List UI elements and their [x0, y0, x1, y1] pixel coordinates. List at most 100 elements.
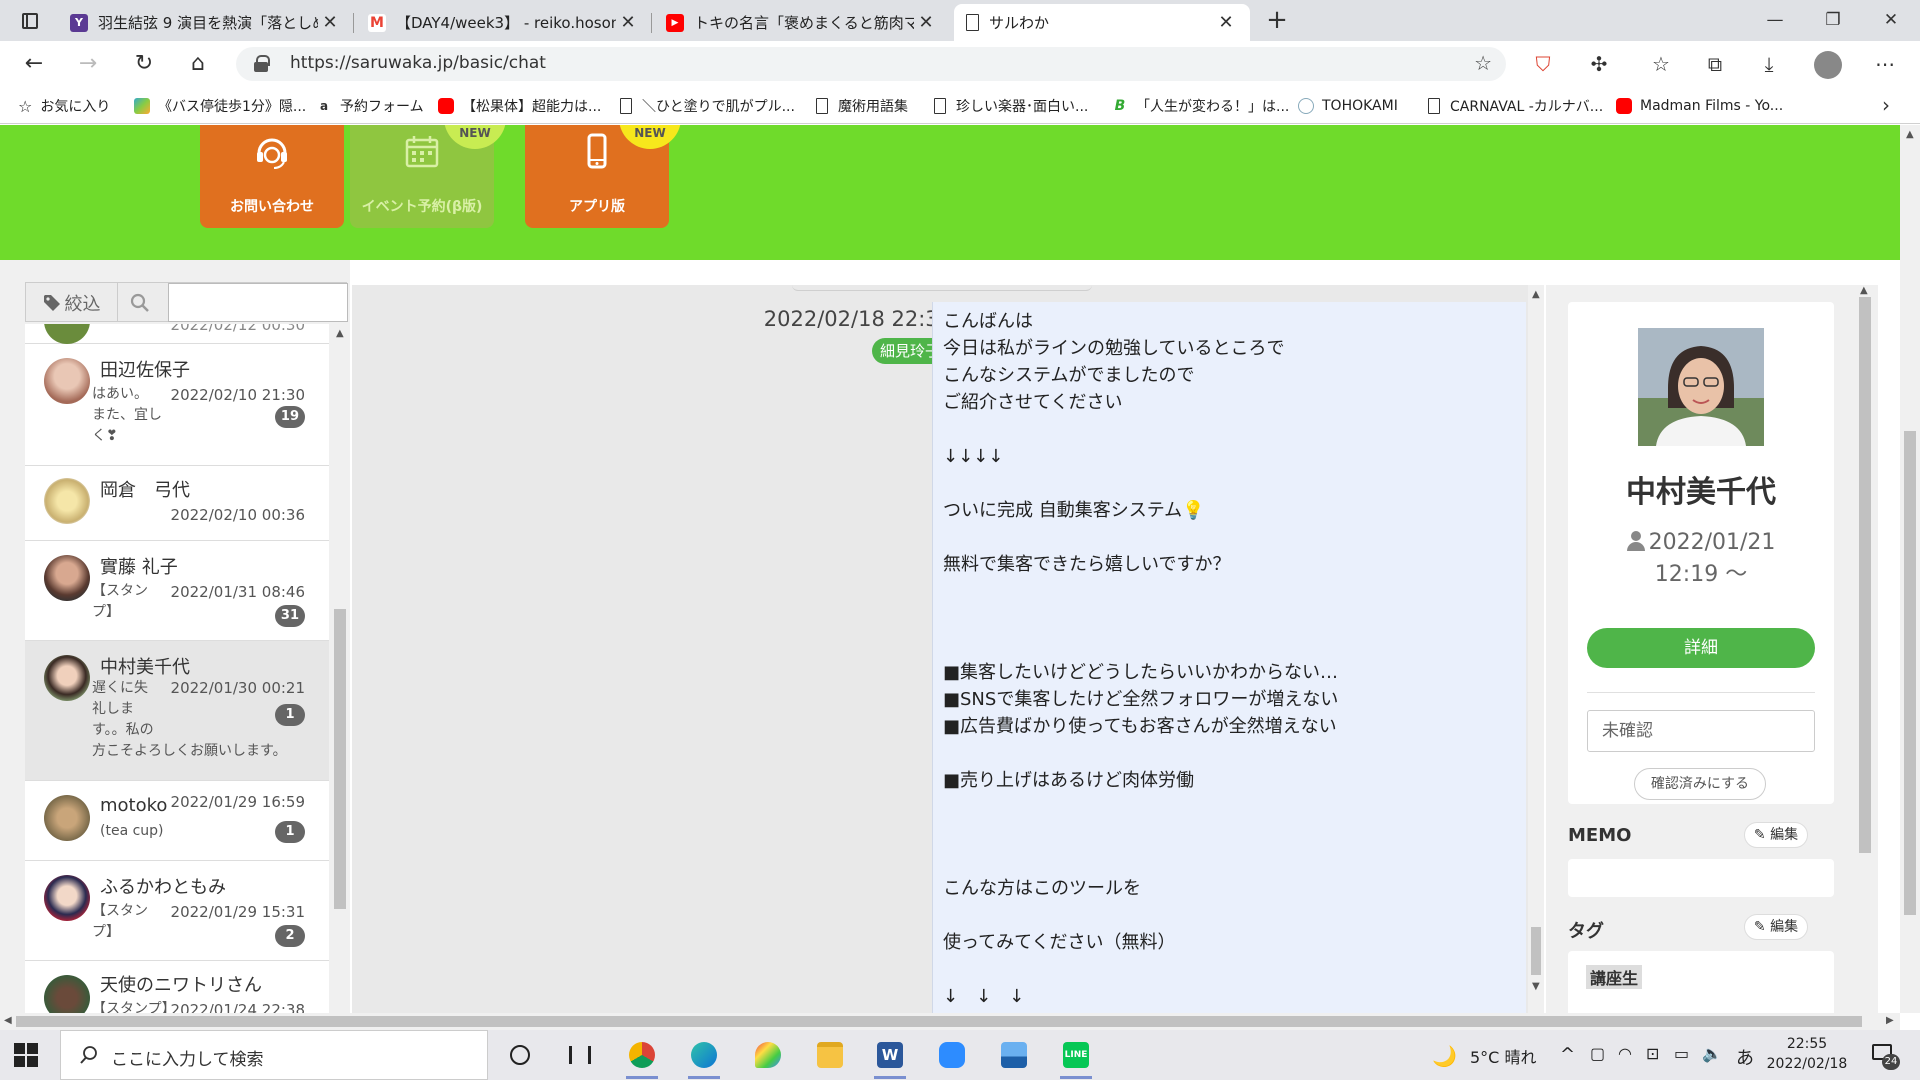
tab-close-icon[interactable]: ✕: [1214, 12, 1238, 33]
chrome-app-icon[interactable]: [622, 1037, 662, 1079]
task-view-icon[interactable]: [560, 1037, 600, 1073]
search-icon[interactable]: [130, 293, 150, 313]
bookmark-tohokami[interactable]: TOHOKAMI: [1298, 95, 1398, 117]
tab-saruwaka[interactable]: サルわか ✕: [954, 4, 1250, 41]
list-item-selected[interactable]: 中村美千代 2022/01/30 00:21 遅くに失 礼しま す。。私の 方こ…: [25, 641, 329, 781]
filter-search-input[interactable]: [168, 283, 348, 322]
extensions-puzzle-icon[interactable]: ✣: [1582, 49, 1616, 79]
weather-moon-icon[interactable]: 🌙: [1432, 1044, 1457, 1068]
extension-shield-icon[interactable]: ⛉: [1526, 49, 1560, 79]
scroll-left-arrow-icon[interactable]: ◀: [4, 1015, 12, 1026]
taskbar-clock[interactable]: 22:55 2022/02/18: [1764, 1034, 1850, 1074]
event-reservation-button[interactable]: イベント予約(β版) NEW: [350, 125, 506, 228]
tray-display-icon[interactable]: ⊡: [1646, 1044, 1659, 1063]
downloads-icon[interactable]: ⤓: [1752, 49, 1786, 79]
notification-center-icon[interactable]: 24: [1870, 1042, 1900, 1070]
mark-confirmed-button[interactable]: 確認済みにする: [1634, 768, 1766, 800]
back-arrow-icon[interactable]: ←: [18, 49, 50, 79]
filter-tag-button[interactable]: 絞込: [26, 283, 118, 322]
list-item[interactable]: 田辺佐保子 2022/02/10 21:30 はあい。 また、宜し く❣ 19: [25, 344, 329, 466]
paint-app-icon[interactable]: [748, 1037, 788, 1073]
scroll-right-arrow-icon[interactable]: ▶: [1886, 1015, 1894, 1026]
bookmark-skin[interactable]: ＼ひと塗りで肌がプル...: [620, 95, 795, 117]
taskbar-search-box[interactable]: ここに入力して検索: [60, 1030, 488, 1080]
chat-scrollbar[interactable]: ▲ ▼: [1528, 285, 1544, 1013]
new-tab-plus-icon[interactable]: +: [1262, 6, 1292, 36]
ime-indicator[interactable]: あ: [1736, 1044, 1754, 1070]
battery-icon[interactable]: ▭: [1674, 1044, 1689, 1063]
list-item[interactable]: 實藤 礼子 2022/01/31 08:46 【スタン プ】 31: [25, 541, 329, 641]
scroll-up-arrow-icon[interactable]: ▲: [1860, 285, 1868, 296]
bookmark-carnaval[interactable]: CARNAVAL -カルナバ...: [1428, 95, 1603, 117]
bookmark-reservation-form[interactable]: a 予約フォーム: [316, 95, 424, 117]
tray-device-icon[interactable]: ▢: [1590, 1044, 1605, 1063]
tab-gmail[interactable]: M 【DAY4/week3】 - reiko.hosomi@ ✕: [356, 4, 652, 41]
speaker-icon[interactable]: 🔈: [1702, 1044, 1722, 1063]
bookmark-bus-stop[interactable]: 《バス停徒歩1分》隠...: [134, 95, 306, 117]
tag-edit-button[interactable]: ✎ 編集: [1744, 914, 1808, 940]
page-horizontal-scrollbar[interactable]: ◀ ▶: [0, 1013, 1900, 1030]
scrollbar-thumb[interactable]: [334, 609, 346, 909]
add-favorite-star-icon[interactable]: ☆: [1474, 51, 1492, 75]
close-window-icon[interactable]: ✕: [1862, 0, 1920, 40]
app-version-button[interactable]: アプリ版 NEW: [525, 125, 681, 228]
more-menu-icon[interactable]: ⋯: [1868, 49, 1902, 79]
scroll-up-arrow-icon[interactable]: ▲: [1906, 129, 1914, 140]
forward-arrow-icon[interactable]: →: [72, 49, 104, 79]
page-vertical-scrollbar[interactable]: ▲: [1900, 125, 1920, 1013]
collections-icon[interactable]: ⧉: [1698, 49, 1732, 79]
bookmark-life-changing[interactable]: B 「人生が変わる！」は...: [1112, 95, 1290, 117]
scrollbar-thumb[interactable]: [1904, 431, 1916, 915]
tag-item[interactable]: 講座生: [1586, 965, 1643, 989]
list-item[interactable]: 2022/02/12 00:30: [25, 324, 329, 344]
tab-actions-icon[interactable]: [14, 8, 46, 34]
wifi-icon[interactable]: ◠: [1618, 1044, 1632, 1063]
bookmark-favorites[interactable]: ☆ お気に入り: [18, 95, 110, 117]
scrollbar-thumb[interactable]: [1859, 297, 1871, 853]
user-list-scrollbar[interactable]: ▲: [331, 324, 349, 1013]
windows-start-icon[interactable]: [14, 1043, 38, 1067]
weather-text[interactable]: 5°C 晴れ: [1470, 1044, 1536, 1068]
tray-chevron-up-icon[interactable]: ^: [1560, 1044, 1575, 1065]
cortana-icon[interactable]: [500, 1037, 540, 1073]
bookmark-pineal[interactable]: 【松果体】超能力は...: [438, 95, 601, 117]
lock-icon[interactable]: [254, 55, 270, 72]
profile-scrollbar[interactable]: ▲: [1856, 285, 1872, 1013]
tab-youtube[interactable]: ▶ トキの名言「褒めまくると筋肉マッチョ ✕: [654, 4, 950, 41]
zoom-app-icon[interactable]: [932, 1037, 972, 1073]
reload-icon[interactable]: ↻: [128, 49, 160, 79]
address-bar[interactable]: https://saruwaka.jp/basic/chat ☆: [236, 47, 1506, 81]
memo-edit-button[interactable]: ✎ 編集: [1744, 822, 1808, 848]
status-select[interactable]: 未確認: [1587, 710, 1815, 752]
profile-avatar-icon[interactable]: [1814, 51, 1842, 79]
list-item[interactable]: ふるかわともみ 2022/01/29 15:31 【スタン プ】 2: [25, 861, 329, 961]
detail-button[interactable]: 詳細: [1587, 628, 1815, 668]
restore-icon[interactable]: ❐: [1804, 0, 1862, 40]
chevron-right-icon[interactable]: ›: [1882, 93, 1890, 117]
scroll-down-arrow-icon[interactable]: ▼: [1532, 981, 1540, 992]
tab-hanyu[interactable]: Y 羽生結弦 9 演目を熱演「落としめ ✕: [58, 4, 354, 41]
tab-close-icon[interactable]: ✕: [914, 12, 938, 33]
contact-button[interactable]: お問い合わせ: [200, 125, 344, 228]
scrollbar-thumb[interactable]: [1531, 927, 1541, 975]
list-item[interactable]: motoko 2022/01/29 16:59 (tea cup) 1: [25, 781, 329, 861]
home-icon[interactable]: ⌂: [182, 49, 214, 79]
edge-app-icon[interactable]: [684, 1037, 724, 1079]
url-text[interactable]: https://saruwaka.jp/basic/chat: [290, 53, 546, 73]
word-app-icon[interactable]: W: [870, 1037, 910, 1079]
memo-box[interactable]: [1568, 859, 1834, 897]
list-item[interactable]: 岡倉 弓代 2022/02/10 00:36: [25, 466, 329, 541]
tab-close-icon[interactable]: ✕: [318, 12, 342, 33]
scroll-up-arrow-icon[interactable]: ▲: [336, 328, 344, 339]
file-explorer-icon[interactable]: [810, 1037, 850, 1073]
scroll-up-arrow-icon[interactable]: ▲: [1532, 289, 1540, 300]
scrollbar-thumb[interactable]: [16, 1016, 1862, 1027]
list-item[interactable]: 天使のニワトリさん 2022/01/24 22:38 【スタンプ】: [25, 961, 329, 1013]
line-app-icon[interactable]: LINE: [1056, 1037, 1096, 1079]
bookmark-instruments[interactable]: 珍しい楽器･面白い...: [934, 95, 1088, 117]
tab-close-icon[interactable]: ✕: [616, 12, 640, 33]
favorites-star-icon[interactable]: ☆: [1644, 49, 1678, 79]
bookmark-magic-terms[interactable]: 魔術用語集: [816, 95, 908, 117]
photos-app-icon[interactable]: [994, 1037, 1034, 1073]
minimize-icon[interactable]: —: [1746, 0, 1804, 40]
